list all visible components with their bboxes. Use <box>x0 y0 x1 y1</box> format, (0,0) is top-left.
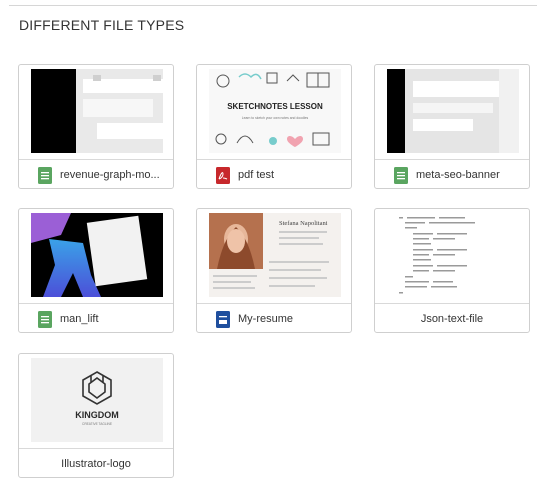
file-card-json-text-file[interactable]: Json-text-file <box>374 208 530 333</box>
file-card-illustrator-logo[interactable]: KINGDOM CREATIVE TAGLINE Illustrator-log… <box>18 353 174 478</box>
kingdom-logo-thumbnail: KINGDOM CREATIVE TAGLINE <box>31 358 163 442</box>
file-name: meta-seo-banner <box>416 169 500 181</box>
file-thumbnail: SKETCHNOTES LESSON Learn to sketch your … <box>209 69 341 153</box>
pdf-icon <box>216 167 230 184</box>
json-text-thumbnail <box>387 213 519 297</box>
spreadsheet-icon <box>38 167 52 184</box>
svg-text:SKETCHNOTES LESSON: SKETCHNOTES LESSON <box>227 102 323 111</box>
seo-banner-thumbnail <box>387 69 519 153</box>
top-divider <box>9 5 537 6</box>
file-card-my-resume[interactable]: Stefana Napolitani My-resume <box>196 208 352 333</box>
file-card-footer: meta-seo-banner <box>375 159 529 189</box>
sketchnotes-thumbnail: SKETCHNOTES LESSON Learn to sketch your … <box>209 69 341 153</box>
file-name: man_lift <box>60 313 99 325</box>
file-card-meta-seo-banner[interactable]: meta-seo-banner <box>374 64 530 189</box>
file-thumbnail <box>31 69 163 153</box>
man-lift-thumbnail <box>31 213 163 297</box>
file-card-footer: My-resume <box>197 303 351 333</box>
svg-text:Stefana Napolitani: Stefana Napolitani <box>279 220 328 227</box>
spreadsheet-icon <box>394 167 408 184</box>
document-icon <box>216 311 230 328</box>
file-card-footer: revenue-graph-mo... <box>19 159 173 189</box>
resume-thumbnail: Stefana Napolitani <box>209 213 341 297</box>
file-card-footer: Illustrator-logo <box>19 448 173 478</box>
revenue-graph-thumbnail <box>31 69 163 153</box>
file-name: revenue-graph-mo... <box>60 169 160 181</box>
svg-text:Learn to sketch your own notes: Learn to sketch your own notes and doodl… <box>242 116 309 120</box>
file-card-footer: pdf test <box>197 159 351 189</box>
file-name: Json-text-file <box>420 313 484 325</box>
file-card-footer: Json-text-file <box>375 303 529 333</box>
spreadsheet-icon <box>38 311 52 328</box>
file-name: My-resume <box>238 313 294 325</box>
file-name: Illustrator-logo <box>61 458 131 470</box>
file-card-revenue-graph[interactable]: revenue-graph-mo... <box>18 64 174 189</box>
file-thumbnail <box>31 213 163 297</box>
file-thumbnail <box>387 69 519 153</box>
file-card-pdf-test[interactable]: SKETCHNOTES LESSON Learn to sketch your … <box>196 64 352 189</box>
svg-text:KINGDOM: KINGDOM <box>75 410 119 420</box>
file-thumbnail <box>387 213 519 297</box>
svg-text:CREATIVE TAGLINE: CREATIVE TAGLINE <box>82 422 112 426</box>
file-card-footer: man_lift <box>19 303 173 333</box>
section-title: DIFFERENT FILE TYPES <box>19 17 185 33</box>
file-name: pdf test <box>238 169 275 181</box>
file-thumbnail: KINGDOM CREATIVE TAGLINE <box>31 358 163 442</box>
file-card-man-lift[interactable]: man_lift <box>18 208 174 333</box>
file-thumbnail: Stefana Napolitani <box>209 213 341 297</box>
